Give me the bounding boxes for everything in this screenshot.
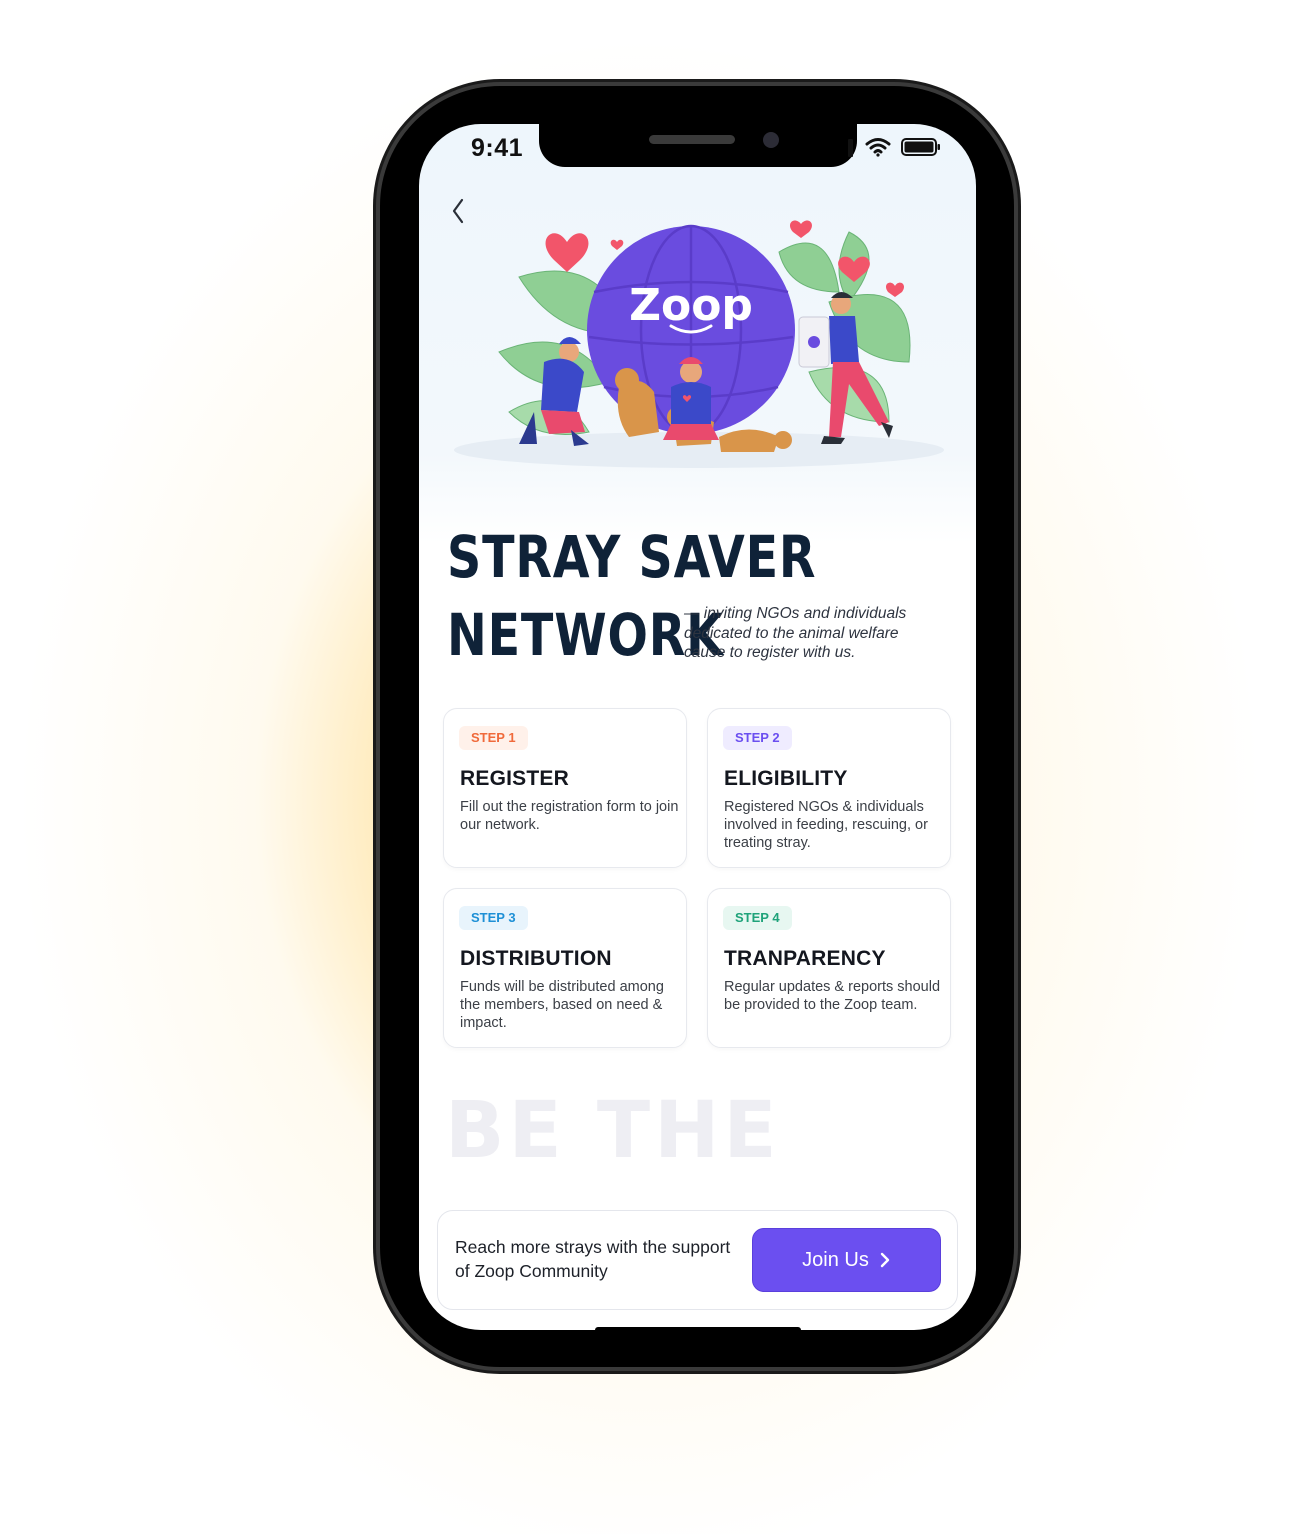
step-title: DISTRIBUTION	[460, 947, 612, 970]
background-watermark-text: BE THE	[445, 1086, 781, 1176]
step-card-transparency: STEP 4 TRANPARENCY Regular updates & rep…	[707, 888, 951, 1048]
chevron-right-icon	[880, 1252, 890, 1268]
join-us-label: Join Us	[802, 1248, 869, 1271]
step-description: Fill out the registration form to join o…	[460, 799, 679, 833]
signal-icon	[848, 139, 853, 157]
notch	[539, 124, 857, 167]
step-badge: STEP 1	[459, 726, 528, 750]
step-description: Funds will be distributed among the memb…	[460, 979, 664, 1031]
step-badge: STEP 4	[723, 906, 792, 930]
page-subtitle: — inviting NGOs and individuals dedicate…	[684, 605, 907, 661]
cta-bar: Reach more strays with the support of Zo…	[437, 1210, 958, 1310]
zoop-logo: Zoop	[629, 280, 753, 331]
step-title: REGISTER	[460, 767, 569, 790]
step-badge: STEP 3	[459, 906, 528, 930]
step-description: Regular updates & reports should be prov…	[724, 979, 941, 1013]
step-card-distribution: STEP 3 DISTRIBUTION Funds will be distri…	[443, 888, 687, 1048]
status-time: 9:41	[471, 134, 524, 162]
step-description: Registered NGOs & individuals involved i…	[724, 799, 928, 851]
speaker	[649, 135, 735, 144]
cta-text: Reach more strays with the support of Zo…	[455, 1237, 731, 1281]
join-us-button[interactable]: Join Us	[752, 1228, 941, 1292]
step-card-eligibility: STEP 2 ELIGIBILITY Registered NGOs & ind…	[707, 708, 951, 868]
status-icons	[847, 136, 941, 158]
front-camera	[763, 132, 779, 148]
battery-icon	[901, 138, 940, 156]
wifi-icon	[865, 138, 891, 157]
step-card-register: STEP 1 REGISTER Fill out the registratio…	[443, 708, 687, 868]
power-button	[1013, 378, 1021, 532]
step-title: TRANPARENCY	[724, 947, 886, 970]
step-badge: STEP 2	[723, 726, 792, 750]
page-title-line1: STRAY SAVER	[447, 523, 817, 591]
page-title-line2: NETWORK	[447, 601, 724, 669]
hero-illustration: Zoop	[454, 220, 944, 468]
step-title: ELIGIBILITY	[724, 767, 848, 790]
home-indicator	[595, 1327, 801, 1330]
app-screen: 9:41 Zoop STRAY SAVER NETWORK — inviting…	[419, 124, 976, 1330]
